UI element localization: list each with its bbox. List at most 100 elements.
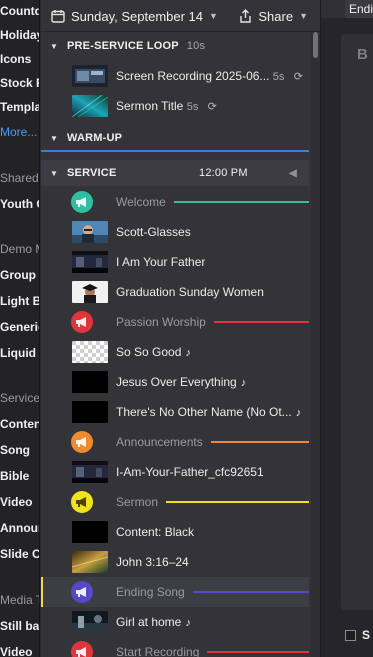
plan-header[interactable]: Announcements <box>41 427 309 457</box>
header-divider-line <box>214 321 309 323</box>
plan-header[interactable]: Welcome <box>41 187 309 217</box>
plan-item[interactable]: Girl at home ♪ <box>41 607 309 637</box>
plan-item[interactable]: So So Good ♪ <box>41 337 309 367</box>
sidebar-item[interactable]: Announcement <box>0 521 39 535</box>
plan-item[interactable]: John 3:16–24 <box>41 547 309 577</box>
item-thumbnail <box>72 341 108 363</box>
plan-item[interactable]: I-Am-Your-Father_cfc92651 <box>41 457 309 487</box>
item-thumbnail <box>72 95 108 117</box>
sidebar-item[interactable]: Stock Photos <box>0 76 39 90</box>
plan-item[interactable]: Scott-Glasses <box>41 217 309 247</box>
plan-item[interactable]: I Am Your Father <box>41 247 309 277</box>
plan-item[interactable]: Graduation Sunday Women <box>41 277 309 307</box>
chevron-down-icon: ▼ <box>299 11 308 21</box>
sidebar-item[interactable]: Video <box>0 495 32 509</box>
item-title: Graduation Sunday Women <box>116 285 264 299</box>
sidebar-group-heading: Demo Media <box>0 242 39 256</box>
item-thumbnail <box>72 551 108 573</box>
plan-header[interactable]: Sermon <box>41 487 309 517</box>
sidebar-item[interactable]: Still background <box>0 619 39 633</box>
music-note-icon: ♪ <box>240 377 247 389</box>
megaphone-icon <box>76 497 86 507</box>
sidebar-item[interactable]: Templates <box>0 100 39 114</box>
share-label: Share <box>258 8 294 24</box>
item-title: I Am Your Father <box>116 255 206 269</box>
chevron-down-icon: ▼ <box>209 11 218 21</box>
plan-header[interactable]: Start Recording <box>41 637 309 657</box>
plan-header[interactable]: Ending Song <box>41 577 309 607</box>
sidebar-item[interactable]: Slide Carousel <box>0 547 39 561</box>
header-title: Sermon <box>116 495 159 509</box>
plan-item[interactable]: Jesus Over Everything ♪ <box>41 367 309 397</box>
collapse-triangle-icon: ▼ <box>49 168 59 178</box>
sidebar-item[interactable]: Liquid Colors <box>0 346 39 360</box>
plan-item-screen-recording[interactable]: Screen Recording 2025-06... 5s ⟳ <box>41 61 309 91</box>
date-label: Sunday, September 14 <box>71 8 204 24</box>
item-title: Screen Recording 2025-06... 5s ⟳ <box>116 61 303 91</box>
item-duration: 5s <box>272 71 285 83</box>
section-warm-up[interactable]: ▼ WARM-UP <box>41 126 309 152</box>
sidebar-item[interactable]: Video <box>0 645 32 657</box>
item-title: John 3:16–24 <box>116 555 189 569</box>
header-divider-line <box>166 501 309 503</box>
sidebar-item[interactable]: Countdowns <box>0 4 39 18</box>
plan-item[interactable]: Content: Black <box>41 517 309 547</box>
sidebar-item[interactable]: Light Background <box>0 294 39 308</box>
item-thumbnail <box>72 251 108 273</box>
sidebar-group-heading: Shared Groups <box>0 171 39 185</box>
sidebar-group-heading: Media Types <box>0 593 39 607</box>
editor-panel: Endi B S <box>320 0 373 657</box>
item-title: Girl at home ♪ <box>116 615 191 629</box>
library-sidebar: Countdowns Holiday Icons Stock Photos Templa… <box>0 0 40 657</box>
share-icon <box>240 9 252 23</box>
megaphone-icon <box>76 647 86 657</box>
item-thumbnail <box>72 461 108 483</box>
sidebar-item[interactable]: Content <box>0 417 39 431</box>
scrollbar-thumb[interactable] <box>313 32 318 58</box>
plan-toolbar: Sunday, September 14 ▼ Share ▼ <box>41 0 320 32</box>
header-color-marker <box>71 491 93 513</box>
section-duration: 10s <box>186 40 206 52</box>
sidebar-item[interactable]: Holiday <box>0 28 39 42</box>
collapse-triangle-icon: ▼ <box>49 133 59 143</box>
option-label: S <box>362 628 371 642</box>
header-title: Welcome <box>116 195 166 209</box>
section-service[interactable]: ▼ SERVICE 12:00 PM ◀ <box>41 160 309 186</box>
sidebar-item[interactable]: Generic <box>0 320 39 334</box>
sidebar-item[interactable]: Song <box>0 443 30 457</box>
item-title: There's No Other Name (No Ot... ♪ <box>116 405 302 419</box>
section-title: WARM-UP <box>67 132 123 144</box>
plan-header[interactable]: Passion Worship <box>41 307 309 337</box>
section-start-time: 12:00 PM <box>199 167 248 179</box>
plan-item-sermon-title[interactable]: Sermon Title 5s ⟳ <box>41 91 309 121</box>
megaphone-icon <box>76 437 86 447</box>
header-title: Start Recording <box>116 645 200 657</box>
item-thumbnail <box>72 221 108 243</box>
panel-letter: B <box>357 46 368 63</box>
slide-preview[interactable] <box>341 34 373 610</box>
option-checkbox[interactable] <box>345 630 356 641</box>
music-note-icon: ♪ <box>185 347 191 359</box>
header-title: Ending Song <box>116 585 185 599</box>
music-note-icon: ♪ <box>185 617 191 629</box>
sidebar-item[interactable]: Icons <box>0 52 31 66</box>
sidebar-item[interactable]: Youth Group <box>0 197 39 211</box>
header-color-marker <box>71 311 93 333</box>
sync-icon: ⟳ <box>207 101 217 113</box>
share-button[interactable]: Share ▼ <box>239 0 308 32</box>
plan-item[interactable]: There's No Other Name (No Ot... ♪ <box>41 397 309 427</box>
section-title: SERVICE <box>67 167 117 179</box>
item-title: Jesus Over Everything ♪ <box>116 375 247 389</box>
header-color-marker <box>71 191 93 213</box>
sidebar-item[interactable]: More... <box>0 125 37 139</box>
plan-scrollbar[interactable] <box>311 32 320 657</box>
header-divider-line <box>193 591 309 593</box>
section-pre-service-loop[interactable]: ▼ PRE-SERVICE LOOP 10s <box>41 33 309 59</box>
sidebar-item[interactable]: Group Up <box>0 268 39 282</box>
item-thumbnail <box>72 611 108 633</box>
sidebar-item[interactable]: Bible <box>0 469 29 483</box>
item-thumbnail <box>72 65 108 87</box>
date-selector[interactable]: Sunday, September 14 ▼ <box>51 0 218 32</box>
collapse-triangle-icon: ▼ <box>49 41 59 51</box>
sidebar-group-heading: Service Items <box>0 391 40 405</box>
